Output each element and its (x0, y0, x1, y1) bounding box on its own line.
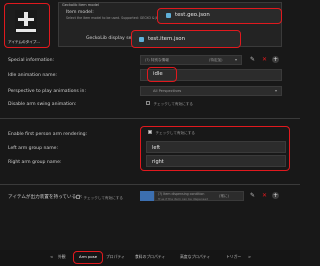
pencil-icon[interactable]: ✎ (250, 57, 255, 63)
item-model-label: Item model: (66, 10, 94, 15)
first-person-checkbox[interactable]: チェックして有効にする (148, 130, 195, 137)
chevron-down-icon: ▾ (275, 88, 278, 93)
first-person-checkbox-label: チェックして有効にする (155, 131, 195, 135)
tab-advanced-properties[interactable]: 高度なプロパティ (180, 255, 210, 259)
tab-prev-arrow[interactable]: < (50, 255, 53, 259)
special-info-label: Special information: (8, 58, 55, 63)
idle-animation-value: idle (153, 71, 163, 77)
dispense-condition-block[interactable] (140, 191, 154, 201)
add-icon[interactable]: + (272, 56, 279, 63)
perspective-label: Perspective to play animations in: (8, 89, 87, 94)
tab-triggers[interactable]: トリガー (226, 255, 241, 259)
dispense-select[interactable]: (常に) (219, 194, 229, 199)
right-arm-value: right (152, 159, 164, 165)
tab-bar: < 外観 Arm pose プロパティ 食料のプロパティ 高度なプロパティ トリ… (0, 250, 300, 266)
right-arm-label: Right arm group name: (8, 160, 62, 165)
file-icon (139, 37, 144, 42)
chevron-down-icon: ▾ (235, 57, 238, 62)
file-icon (166, 13, 171, 18)
pencil-icon[interactable]: ✎ (250, 193, 255, 199)
left-arm-value: left (152, 145, 161, 151)
tab-arm-pose[interactable]: Arm pose (79, 255, 97, 259)
idle-animation-label: Idle animation name: (8, 73, 57, 78)
dispense-checkbox[interactable]: チェックして有効にする (76, 195, 123, 202)
dispense-label: アイテムが出力装置を持っているか: (8, 195, 83, 200)
dispense-checkbox-label: チェックして有効にする (83, 196, 123, 200)
dispense-condition: (?) Item dispensing condition (158, 192, 205, 196)
idle-animation-highlight: idle (147, 67, 177, 82)
item-model-hint: Select the item model to be used. Suppor… (66, 16, 159, 20)
dispense-condition-field[interactable]: (?) Item dispensing condition True if th… (154, 191, 244, 201)
perspective-value: All Perspectives (153, 89, 182, 93)
dispense-condition-sub: True if the item can be dispensed (158, 196, 209, 201)
checkbox-icon (146, 101, 150, 105)
item-type-button[interactable]: アイテムのタイプ... (4, 3, 50, 48)
tab-appearance[interactable]: 外観 (58, 255, 66, 259)
item-type-label: アイテムのタイプ... (8, 40, 40, 44)
special-info-select[interactable]: (特定加) (209, 58, 223, 63)
divider (0, 118, 300, 119)
checkbox-icon (148, 130, 152, 134)
item-model-field[interactable]: test.geo.json (157, 8, 282, 24)
add-icon[interactable]: + (272, 192, 279, 199)
special-info-field[interactable]: (?) 特別な情報 (特定加) ▾ (140, 55, 242, 65)
section-title: Geckolib item model (62, 3, 99, 7)
first-person-label: Enable first person arm rendering: (8, 132, 88, 137)
right-arm-field[interactable]: right (146, 155, 286, 167)
checkbox-icon (76, 195, 80, 199)
close-icon[interactable]: ✕ (262, 193, 267, 199)
item-model-value: test.geo.json (175, 12, 210, 18)
perspective-select[interactable]: All Perspectives ▾ (140, 86, 282, 96)
disable-swing-checkbox-label: チェックして有効にする (153, 102, 193, 106)
left-arm-label: Left arm group name: (8, 146, 59, 151)
display-settings-value: test.item.json (148, 36, 185, 42)
special-info-value: (?) 特別な情報 (145, 58, 169, 62)
close-icon[interactable]: ✕ (262, 57, 267, 63)
tab-properties[interactable]: プロパティ (106, 255, 125, 259)
divider (0, 184, 300, 185)
disable-swing-checkbox[interactable]: チェックして有効にする (146, 101, 193, 108)
item-type-icon (15, 10, 37, 34)
left-arm-field[interactable]: left (146, 141, 286, 153)
tab-food-properties[interactable]: 食料のプロパティ (135, 255, 165, 259)
disable-swing-label: Disable arm swing animation: (8, 102, 77, 107)
tab-next-arrow[interactable]: > (248, 255, 251, 259)
display-settings-field[interactable]: test.item.json (131, 30, 241, 48)
